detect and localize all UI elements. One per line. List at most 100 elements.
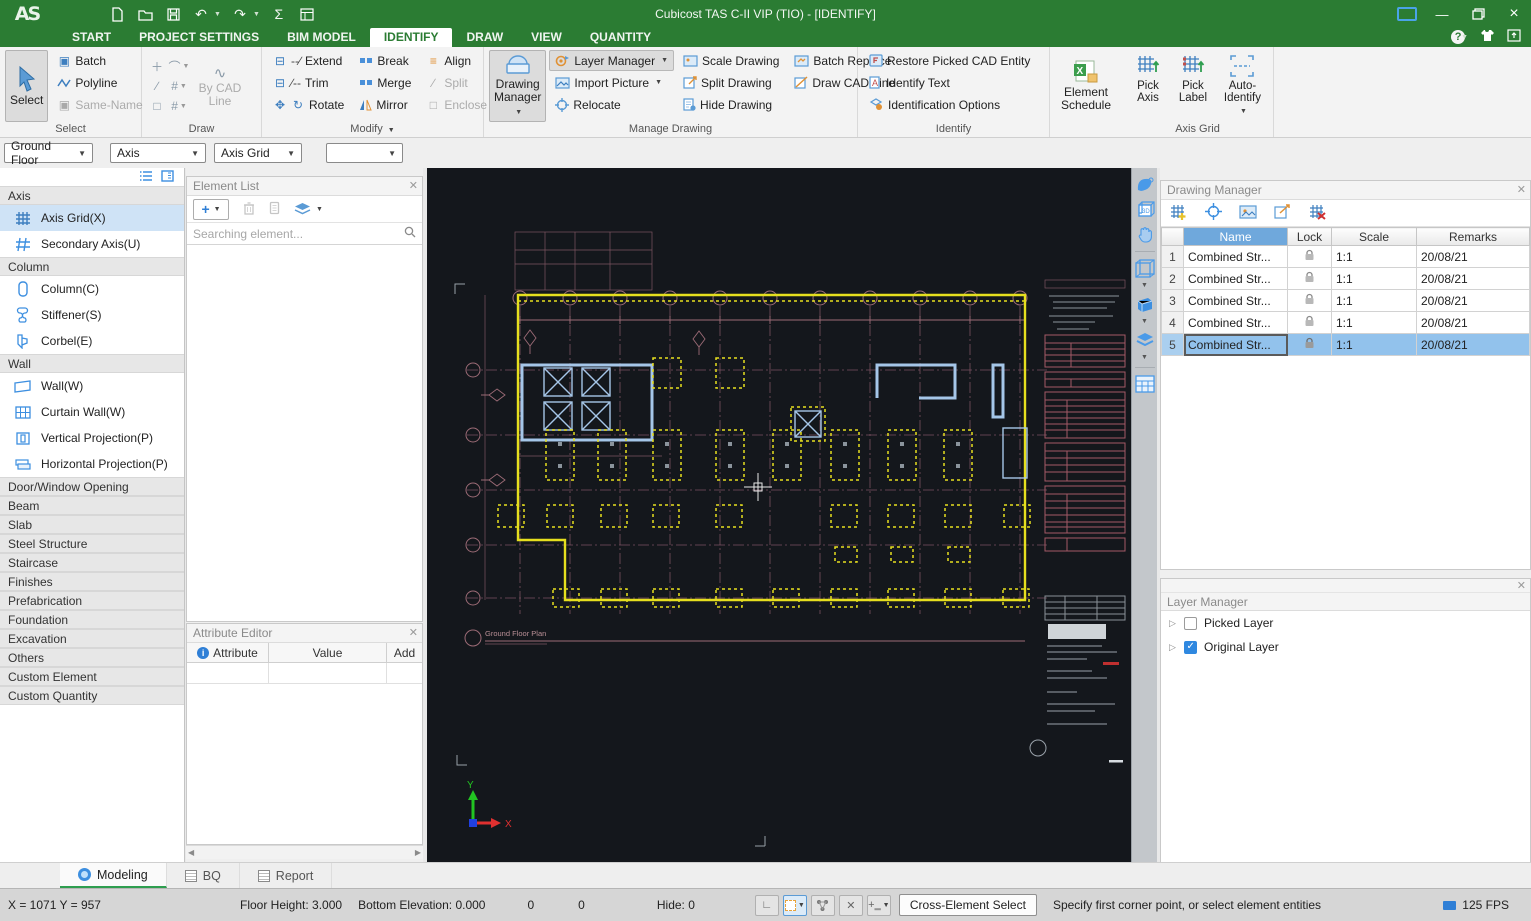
undo-dropdown-icon[interactable]: ▼ [214,11,221,18]
snap-node-button[interactable] [811,895,835,916]
sidebar-item-corbel[interactable]: Corbel(E) [0,328,184,354]
draw-pattern-icon[interactable]: # ▼ [167,96,191,116]
mirror-button[interactable]: Mirror [353,94,417,115]
calculate-sum-icon[interactable]: Σ [270,5,288,23]
theme-skin-icon[interactable] [1480,29,1495,45]
split-button[interactable]: ∕Split [420,72,493,93]
sidebar-item-secondary-axis[interactable]: Secondary Axis(U) [0,231,184,257]
rename-drawing-icon[interactable] [1274,204,1291,222]
sidebar-item-stiffener[interactable]: Stiffener(S) [0,302,184,328]
scroll-left-icon[interactable]: ◀ [188,848,194,857]
element-schedule-button[interactable]: X Element Schedule [1055,50,1117,122]
redo-icon[interactable]: ↷ [231,5,249,23]
sidebar-section-slab[interactable]: Slab [0,515,184,534]
drawing-row-3[interactable]: 3 Combined Str... 1:1 20/08/21 [1162,290,1530,312]
redo-dropdown-icon[interactable]: ▼ [253,11,260,18]
rotate-button[interactable]: ✥↻Rotate [267,94,350,115]
batch-select-button[interactable]: ▣Batch [51,50,148,71]
draw-spline-icon[interactable]: ∿ [214,64,227,82]
tab-modeling[interactable]: Modeling [60,863,167,888]
trim-button[interactable]: ⊟∕--Trim [267,72,350,93]
sidebar-section-wall[interactable]: Wall [0,354,184,373]
new-file-icon[interactable] [108,5,126,23]
shaded-view-icon[interactable] [1134,293,1156,315]
remarks-column-header[interactable]: Remarks [1417,228,1530,246]
close-button[interactable]: × [1503,4,1525,24]
sidebar-item-horizontal-projection[interactable]: Horizontal Projection(P) [0,451,184,477]
original-layer-checkbox[interactable] [1184,641,1197,654]
layers-filter-icon[interactable]: ▼ [294,202,323,216]
attribute-row-empty[interactable] [187,663,422,684]
layer-manager-close-icon[interactable]: ✕ [1517,579,1526,592]
pan-hand-icon[interactable] [1134,224,1156,246]
select-button[interactable]: Select [5,50,48,122]
drawing-row-5[interactable]: 5 Combined Str... 1:1 20/08/21 [1162,334,1530,356]
restore-picked-cad-button[interactable]: Restore Picked CAD Entity [863,50,1036,71]
element-list-close-icon[interactable]: ✕ [409,179,418,192]
sidebar-section-staircase[interactable]: Staircase [0,553,184,572]
help-button[interactable]: ?▼ [1451,30,1468,44]
expand-icon[interactable]: ▷ [1169,642,1177,653]
break-button[interactable]: Break [353,50,417,71]
layers-dropdown-icon[interactable]: ▼ [1141,354,1148,362]
sidebar-item-vertical-projection[interactable]: Vertical Projection(P) [0,425,184,451]
box-select-button[interactable]: ▼ [783,895,807,916]
extend-button[interactable]: ⊟--∕Extend [267,50,350,71]
shaded-dropdown-icon[interactable]: ▼ [1141,318,1148,326]
split-drawing-button[interactable]: Split Drawing [677,72,785,93]
scroll-right-icon[interactable]: ▶ [415,848,421,857]
sidebar-section-finishes[interactable]: Finishes [0,572,184,591]
sidebar-section-axis[interactable]: Axis [0,186,184,205]
drawing-row-2[interactable]: 2 Combined Str... 1:1 20/08/21 [1162,268,1530,290]
same-name-select-button[interactable]: ▣Same-Name [51,94,148,115]
drawing-row-1[interactable]: 1 Combined Str... 1:1 20/08/21 [1162,246,1530,268]
add-drawing-icon[interactable] [1169,203,1188,223]
tab-bim-model[interactable]: BIM MODEL [273,28,370,47]
picked-layer-checkbox[interactable] [1184,617,1197,630]
dynamic-view-icon[interactable] [1134,174,1156,196]
sidebar-section-excavation[interactable]: Excavation [0,629,184,648]
sidebar-section-beam[interactable]: Beam [0,496,184,515]
sidebar-section-prefabrication[interactable]: Prefabrication [0,591,184,610]
sidebar-item-column[interactable]: Column(C) [0,276,184,302]
sidebar-item-curtain-wall[interactable]: Curtain Wall(W) [0,399,184,425]
merge-button[interactable]: Merge [353,72,417,93]
delete-drawing-icon[interactable] [1308,203,1327,223]
draw-arc-icon[interactable]: ⌒ ▼ [167,56,191,76]
drawing-row-4[interactable]: 4 Combined Str... 1:1 20/08/21 [1162,312,1530,334]
expand-icon[interactable]: ▷ [1169,618,1177,629]
save-icon[interactable] [164,5,182,23]
tab-bq[interactable]: BQ [167,863,240,888]
drawing-manager-button[interactable]: Drawing Manager▼ [489,50,546,122]
copy-element-icon[interactable] [269,201,280,218]
draw-line-icon[interactable]: ∕ [147,76,167,96]
tab-project-settings[interactable]: PROJECT SETTINGS [125,28,273,47]
sidebar-section-foundation[interactable]: Foundation [0,610,184,629]
lock-column-header[interactable]: Lock [1288,228,1332,246]
wireframe-view-icon[interactable] [1134,257,1156,279]
undo-icon[interactable]: ↶ [192,5,210,23]
align-button[interactable]: ≡Align [420,50,493,71]
modify-group-label[interactable]: Modify ▼ [267,122,478,136]
element-select[interactable]: ▼ [326,143,403,163]
identify-text-button[interactable]: AIdentify Text [863,72,1036,93]
hide-drawing-button[interactable]: Hide Drawing [677,94,785,115]
tab-start[interactable]: START [58,28,125,47]
schedule-view-icon[interactable] [1134,373,1156,395]
sidebar-section-custom-quantity[interactable]: Custom Quantity [0,686,184,705]
layer-manager-button[interactable]: Layer Manager▼ [549,50,674,71]
layers-stack-icon[interactable] [1134,329,1156,351]
category-select[interactable]: Axis▼ [110,143,206,163]
delete-element-icon[interactable] [243,201,255,218]
element-search-input[interactable] [193,227,404,241]
sidebar-section-door-window[interactable]: Door/Window Opening [0,477,184,496]
ortho-mode-button[interactable]: ∟ [755,895,779,916]
draw-point-icon[interactable]: ＋ [147,56,167,76]
list-view-icon[interactable] [139,170,153,185]
enclose-button[interactable]: □Enclose [420,94,493,115]
relocate-button[interactable]: Relocate [549,94,674,115]
layer-row-original[interactable]: ▷ Original Layer [1161,635,1530,659]
polyline-select-button[interactable]: Polyline [51,72,148,93]
element-type-select[interactable]: Axis Grid▼ [214,143,302,163]
feedback-chat-icon[interactable] [1397,7,1417,21]
